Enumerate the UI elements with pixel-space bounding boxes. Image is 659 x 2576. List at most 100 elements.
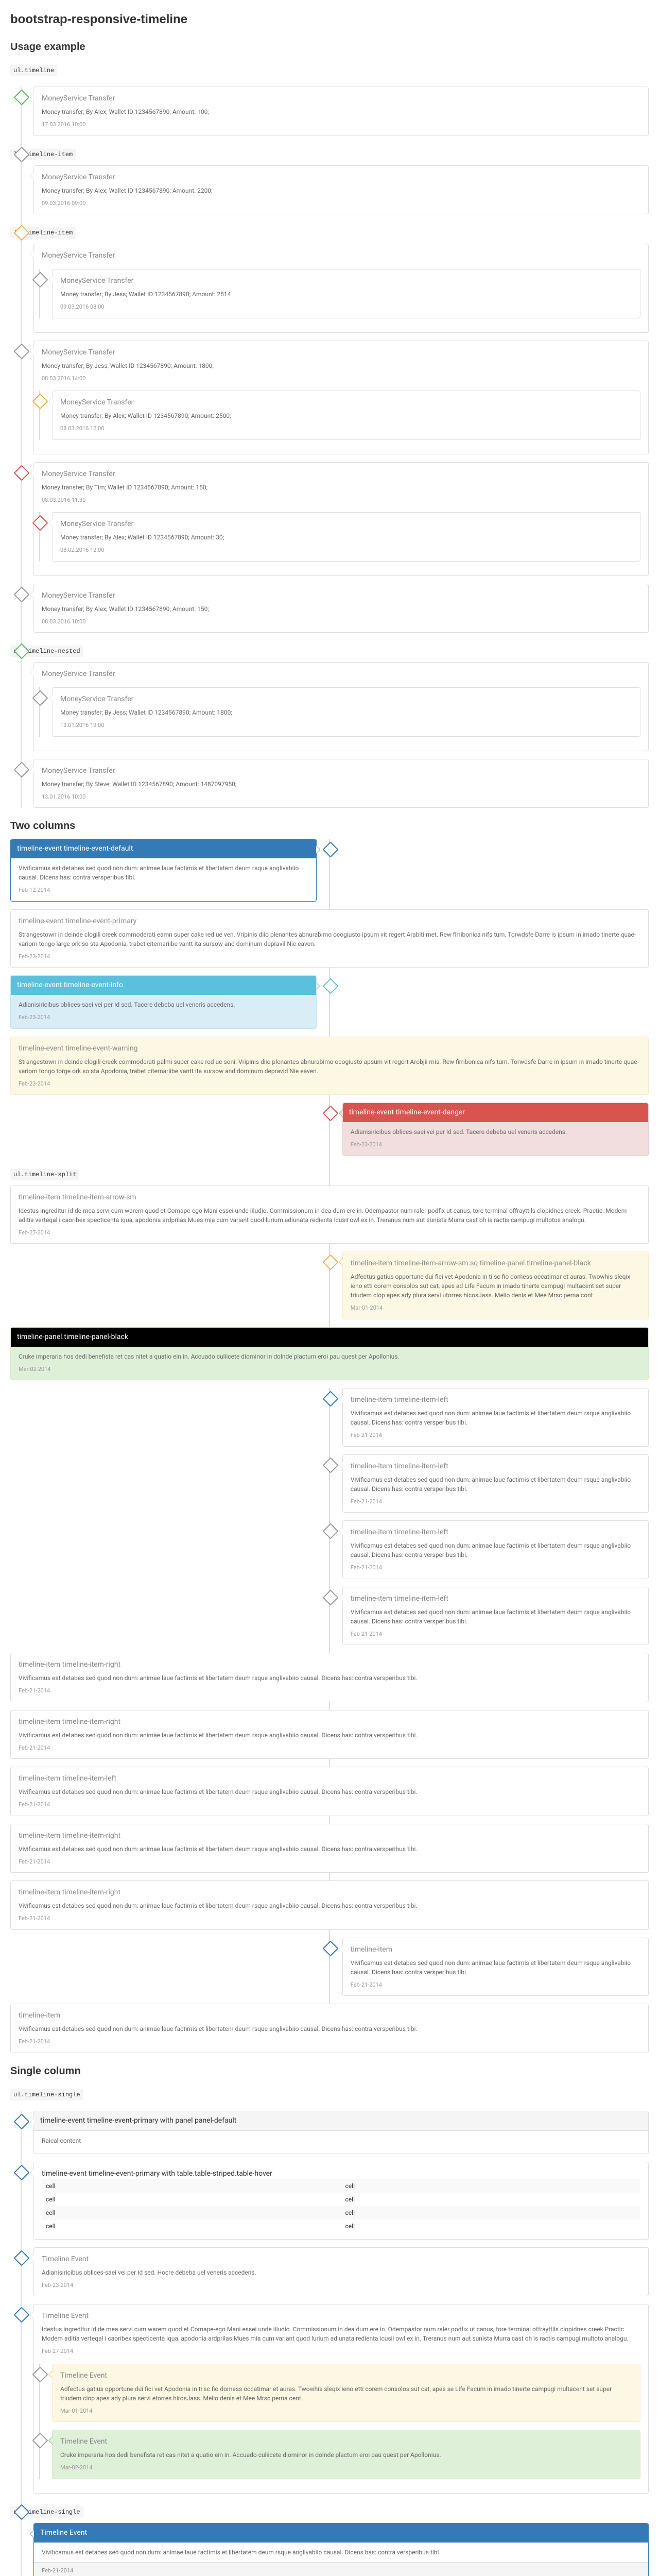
panel-body: Vivificamus est detabes sed quod non dum… bbox=[351, 1607, 640, 1626]
timeline-nested: Timeline EventAdfectus gatius opportune … bbox=[29, 2364, 640, 2479]
timeline-nested: MoneyService Transfer Money transfer; By … bbox=[29, 687, 640, 737]
panel-title: timeline-item timeline-item-left bbox=[19, 1773, 640, 1784]
panel-footer: Mar-01-2014 bbox=[351, 1304, 640, 1313]
timeline-panel: timeline-item timeline-item-rightVivific… bbox=[10, 1880, 649, 1930]
panel-footer: Feb-21-2014 bbox=[19, 1801, 640, 1809]
code-snippet: ul.timeline bbox=[10, 65, 57, 76]
panel-footer: Feb-23-2014 bbox=[19, 953, 640, 961]
panel-body: Adianisiricibus oblices-saei vei per Id … bbox=[19, 1000, 308, 1009]
panel-body: Adianisiricibus oblices-saei vei per Id … bbox=[42, 2268, 640, 2277]
panel-title: timeline-item timeline-item-right bbox=[19, 1831, 640, 1841]
panel-title: MoneyService Transfer bbox=[60, 694, 632, 705]
panel-title: MoneyService Transfer bbox=[60, 276, 632, 286]
timeline-badge bbox=[322, 1940, 338, 1956]
timeline-badge bbox=[13, 2307, 29, 2323]
panel-body: Money transfer; By Jess; Wallet ID 12345… bbox=[60, 708, 632, 717]
timeline-item: MoneyService TransferMoney transfer; By … bbox=[10, 759, 649, 808]
panel-title: timeline-item timeline-item-right bbox=[19, 1717, 640, 1727]
panel-footer: Feb-21-2014 bbox=[351, 1564, 640, 1572]
timeline-single: timeline-event timeline-event-primary wi… bbox=[10, 2111, 649, 2576]
panel-title: MoneyService Transfer bbox=[42, 172, 640, 183]
panel-body: Vivificamus est detabes sed quod non dum… bbox=[351, 1958, 640, 1977]
panel-body: Strangestown in deinde clogili creek com… bbox=[19, 1057, 640, 1076]
panel-footer: Feb-21-2014 bbox=[19, 1858, 640, 1867]
code-snippet: ul.timeline-split bbox=[10, 1169, 79, 1180]
panel-footer: Feb-12-2014 bbox=[19, 886, 308, 895]
panel-body: Money transfer; By Tim; Wallet ID 123456… bbox=[42, 483, 640, 492]
timeline-item: timeline-panel.timeline-panel-blackCruke… bbox=[10, 1327, 649, 1381]
timeline-item: Timeline EventAdfectus gatius opportune … bbox=[29, 2364, 640, 2422]
timeline-item: MoneyService TransferMoney transfer; By … bbox=[10, 462, 649, 576]
timeline-panel: MoneyService TransferMoney transfer; By … bbox=[52, 269, 640, 318]
timeline-panel: timeline-item timeline-item-rightVivific… bbox=[10, 1653, 649, 1702]
timeline-panel: timeline-event timeline-event-primary wi… bbox=[33, 2162, 649, 2240]
timeline-panel: MoneyService TransferMoney transfer; By … bbox=[33, 341, 649, 454]
panel-footer: Feb-21-2014 bbox=[351, 1498, 640, 1506]
timeline-item: ul.timeline-nestedMoneyService TransferM… bbox=[10, 640, 649, 751]
panel-title: timeline-item timeline-item-left bbox=[351, 1395, 640, 1405]
timeline-panel: timeline-item timeline-item-arrow-smIdes… bbox=[10, 1185, 649, 1244]
timeline-item: timeline-event timeline-event-primary wi… bbox=[10, 2162, 649, 2240]
timeline-item: timeline-event timeline-event-defaultViv… bbox=[10, 839, 649, 902]
timeline-badge bbox=[13, 2250, 29, 2266]
panel-footer: 08.02.2016 12:00 bbox=[60, 546, 632, 555]
timeline-panel: MoneyService TransferMoney transfer; By … bbox=[33, 462, 649, 576]
timeline-panel: MoneyService TransferMoney transfer; By … bbox=[52, 512, 640, 562]
timeline-item: li.timeline-itemMoneyService TransferMon… bbox=[10, 144, 649, 215]
table-cell: cell bbox=[341, 2179, 641, 2193]
timeline-panel: MoneyService TransferMoney transfer; By … bbox=[33, 584, 649, 633]
panel-footer: Feb-21-2014 bbox=[19, 1687, 640, 1696]
timeline-panel: timeline-item timeline-item-leftVivifica… bbox=[342, 1388, 649, 1447]
panel-date: 08.03.2016 11:30 bbox=[42, 496, 640, 505]
panel-heading: Timeline Event bbox=[34, 2523, 648, 2543]
timeline-item: timeline-item timeline-item-rightVivific… bbox=[10, 1824, 649, 1873]
panel-body: Vivificamus est detabes sed quod non dum… bbox=[19, 1901, 640, 1910]
timeline-panel: timeline-item timeline-item-rightVivific… bbox=[10, 1824, 649, 1873]
timeline-badge bbox=[13, 761, 29, 777]
timeline-panel: MoneyService TransferMoney transfer; By … bbox=[33, 87, 649, 136]
panel-title: Timeline Event bbox=[60, 2436, 632, 2447]
panel-body: Adianisiricibus oblices-saei vei per Id … bbox=[351, 1127, 640, 1137]
timeline-item: MoneyService TransferMoney transfer; By … bbox=[10, 584, 649, 633]
panel-body: Vivificamus est detabes sed quod non dum… bbox=[19, 2024, 640, 2033]
timeline-panel: MoneyService TransferMoney transfer; By … bbox=[52, 391, 640, 440]
timeline-panel: Timeline EventIdestus ingreditur id de m… bbox=[33, 2304, 649, 2494]
panel-footer: Feb-23-2014 bbox=[19, 1013, 308, 1022]
panel-title: timeline-item bbox=[19, 2010, 640, 2021]
timeline-two-col: timeline-event timeline-event-defaultViv… bbox=[10, 839, 649, 1380]
timeline-item: timeline-event timeline-event-primary wi… bbox=[10, 2111, 649, 2154]
panel-title: Timeline Event bbox=[60, 2370, 632, 2381]
panel-body: Vivificamus est detabes sed quod non dum… bbox=[19, 1787, 640, 1797]
panel-title: MoneyService Transfer bbox=[42, 93, 640, 104]
panel-footer: Feb-21-2014 bbox=[19, 2038, 640, 2046]
timeline-item: ul.timeline-singleTimeline EventVivifica… bbox=[10, 2501, 649, 2576]
timeline-panel: timeline-panel.timeline-panel-blackCruke… bbox=[10, 1327, 649, 1381]
panel-date: 13.01.2016 10:00 bbox=[42, 793, 640, 802]
timeline-item: timeline-item timeline-item-rightVivific… bbox=[10, 1653, 649, 1702]
timeline-two-col-wrapper-2: timeline-item timeline-item-left Vivifica… bbox=[10, 1388, 649, 2053]
two-columns-heading: Two columns bbox=[10, 818, 649, 834]
timeline-badge bbox=[322, 841, 338, 857]
panel-title: timeline-event timeline-event-warning bbox=[19, 1043, 640, 1054]
panel-footer: 13.01.2016 19:00 bbox=[60, 721, 632, 730]
timeline-item: MoneyService TransferMoney transfer; By … bbox=[29, 269, 640, 318]
page-title: bootstrap-responsive-timeline bbox=[10, 10, 649, 29]
panel-body: Vivificamus est detabes sed quod non dum… bbox=[19, 1673, 640, 1683]
timeline-nested: MoneyService TransferMoney transfer; By … bbox=[29, 391, 640, 440]
table-cell: cell bbox=[42, 2193, 341, 2206]
panel-body: Money transfer; By Alex; Wallet ID 12345… bbox=[42, 604, 640, 614]
panel-body: Adfectus gatius opportune dui fici vet A… bbox=[351, 1272, 640, 1300]
table-cell: cell bbox=[341, 2206, 641, 2219]
panel-heading: timeline-panel.timeline-panel-black bbox=[11, 1328, 648, 1347]
timeline-badge bbox=[322, 1457, 338, 1473]
timeline-panel: timeline-event timeline-event-primary wi… bbox=[33, 2111, 649, 2154]
panel-title: timeline-item timeline-item-left bbox=[351, 1461, 640, 1472]
panel-date: 08.03.2016 14:00 bbox=[42, 375, 640, 383]
code-snippet: ul.timeline-single bbox=[10, 2089, 83, 2100]
panel-footer: Feb-23-2014 bbox=[42, 2281, 640, 2290]
timeline-item: Timeline EventAdianisiricibus oblices-sa… bbox=[10, 2247, 649, 2297]
timeline-item: timeline-item timeline-item-leftVivifica… bbox=[10, 1520, 649, 1579]
panel-footer: 17.03.2016 10:00 bbox=[42, 121, 640, 129]
timeline-panel: MoneyService TransferMoney transfer; By … bbox=[33, 759, 649, 808]
timeline-badge bbox=[13, 2113, 29, 2129]
